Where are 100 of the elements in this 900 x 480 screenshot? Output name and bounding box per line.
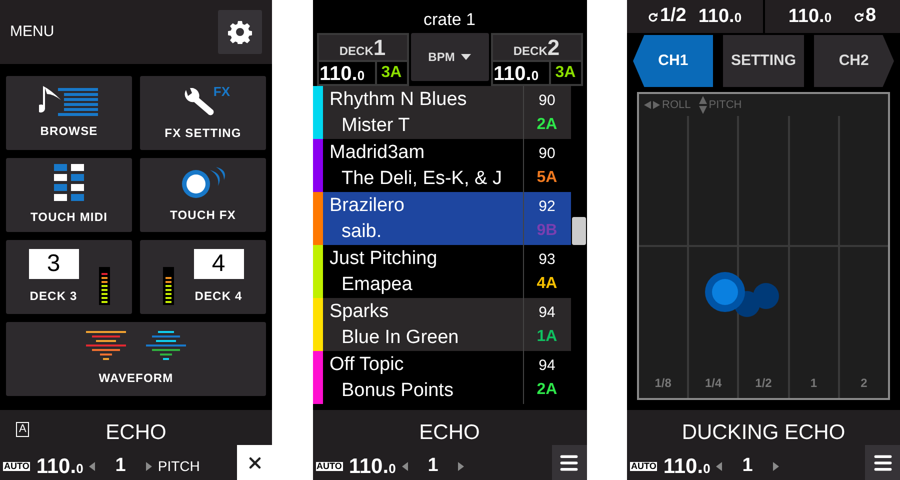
beat-value: 1	[742, 454, 753, 478]
auto-badge[interactable]: AUTO	[3, 462, 30, 470]
track-key: 4A	[536, 272, 558, 296]
key-label: 3A	[555, 64, 576, 82]
track-bpm: 94	[538, 356, 556, 376]
tile-label: TOUCH FX	[170, 207, 236, 224]
track-bpm: 92	[538, 197, 556, 217]
touch-pad[interactable]: ROLL PITCH 1/8 1/4 1/2 1 2	[637, 92, 890, 400]
waveform-icon	[86, 331, 186, 363]
loop-icon	[854, 12, 864, 22]
track-title: Madrid3am	[330, 141, 426, 165]
settings-button[interactable]	[218, 10, 262, 54]
effect-name: DUCKING ECHO	[682, 420, 846, 446]
bpm-readout: 110.0	[698, 7, 742, 26]
music-list-icon	[39, 86, 99, 116]
menu-tile[interactable]: WAVEFORM	[6, 322, 266, 396]
column-label: 2	[860, 375, 868, 392]
level-meter-icon	[98, 267, 110, 305]
settings-icon	[228, 20, 252, 44]
tile-label: DECK 3	[30, 288, 78, 305]
track-row[interactable]: Rhythm N Blues Mister T 90 2A	[312, 86, 570, 139]
crate-title: crate 1	[422, 9, 476, 31]
track-key: 9B	[536, 219, 558, 243]
bpm-readout: 110.0	[36, 456, 84, 476]
effect-name: ECHO	[419, 420, 480, 446]
sort-dropdown[interactable]: BPM	[410, 33, 488, 81]
tile-label: FX SETTING	[164, 125, 242, 142]
track-row[interactable]: Sparks Blue In Green 94 1A	[312, 298, 570, 351]
left-right-arrows-icon	[644, 101, 660, 109]
menu-button[interactable]	[552, 445, 586, 480]
track-key: 1A	[536, 325, 558, 349]
scrollbar-thumb[interactable]	[572, 217, 586, 245]
menu-tile[interactable]: TOUCH MIDI	[6, 158, 132, 232]
loop-length: 1/2	[660, 4, 686, 28]
deck-label: DECK1	[338, 35, 387, 60]
menu-tile[interactable]: FX FX SETTING	[140, 76, 266, 150]
key-label: 3A	[381, 64, 402, 82]
tile-label: TOUCH MIDI	[30, 209, 108, 226]
bpm-readout: 110.0	[788, 7, 832, 26]
track-row[interactable]: Brazilero saib. 92 9B	[312, 192, 570, 245]
beat-value: 1	[115, 454, 126, 478]
bpm-readout: 110.0	[663, 456, 710, 476]
menu-tile[interactable]: BROWSE	[6, 76, 132, 150]
right-arrow-icon[interactable]	[772, 462, 779, 470]
close-button[interactable]	[237, 445, 272, 480]
column-label: 1/2	[755, 375, 772, 392]
loop-length: 8	[866, 4, 876, 28]
pitch-legend: PITCH	[698, 96, 742, 114]
parameter-label: PITCH	[158, 456, 200, 476]
deck-label: DECK2	[512, 35, 561, 60]
grid-icon	[54, 164, 84, 202]
track-title: Off Topic	[330, 353, 405, 377]
up-down-arrows-icon	[698, 96, 707, 114]
left-arrow-icon[interactable]	[89, 462, 96, 470]
channel-tab[interactable]: SETTING	[723, 35, 804, 87]
track-artist: The Deli, Es-K, & J	[340, 167, 503, 191]
track-key: 2A	[536, 378, 558, 402]
track-artist: Mister T	[340, 114, 411, 138]
track-bpm: 90	[538, 144, 556, 164]
track-title: Brazilero	[330, 194, 406, 218]
column-label: 1	[810, 375, 818, 392]
loop-icon	[648, 12, 658, 22]
roll-legend: ROLL	[644, 96, 691, 114]
dropdown-caret-icon	[460, 54, 471, 60]
channel-tab[interactable]: CH1	[633, 35, 714, 87]
bpm-readout: 110.0	[494, 64, 539, 84]
track-artist: Emapea	[340, 273, 414, 297]
fx-icon-label: FX	[213, 83, 230, 101]
deck-tile[interactable]: 3 DECK 3	[6, 240, 132, 314]
track-bpm: 93	[538, 250, 556, 270]
menu-tile[interactable]: TOUCH FX	[140, 158, 266, 232]
track-artist: saib.	[340, 220, 383, 244]
right-arrow-icon[interactable]	[458, 462, 464, 470]
touch-circle-icon	[180, 166, 226, 200]
auto-badge[interactable]: AUTO	[316, 462, 343, 470]
deck-tile[interactable]: 4 DECK 4	[140, 240, 266, 314]
track-title: Just Pitching	[330, 247, 438, 271]
auto-badge[interactable]: AUTO	[630, 462, 658, 470]
left-arrow-icon[interactable]	[716, 462, 722, 470]
track-key: 5A	[536, 166, 558, 190]
track-artist: Bonus Points	[340, 379, 454, 403]
column-label: 1/4	[704, 375, 722, 392]
tile-label: BROWSE	[40, 123, 98, 140]
wrench-icon	[182, 88, 216, 118]
tile-label: DECK 4	[194, 288, 242, 305]
tile-label: WAVEFORM	[98, 370, 174, 387]
right-arrow-icon[interactable]	[146, 462, 152, 470]
beat-value: 1	[428, 454, 438, 478]
left-arrow-icon[interactable]	[402, 462, 408, 470]
channel-tab[interactable]: CH2	[814, 35, 894, 87]
channel-badge: A	[16, 422, 30, 437]
track-key: 2A	[536, 113, 558, 137]
track-title: Sparks	[330, 300, 390, 324]
deck-number: 3	[28, 249, 78, 279]
menu-title: MENU	[10, 22, 54, 42]
track-bpm: 94	[538, 303, 556, 323]
track-bpm: 90	[538, 91, 556, 111]
bpm-readout: 110.0	[348, 456, 396, 476]
bpm-readout: 110.0	[320, 64, 365, 84]
menu-button[interactable]	[865, 445, 900, 480]
